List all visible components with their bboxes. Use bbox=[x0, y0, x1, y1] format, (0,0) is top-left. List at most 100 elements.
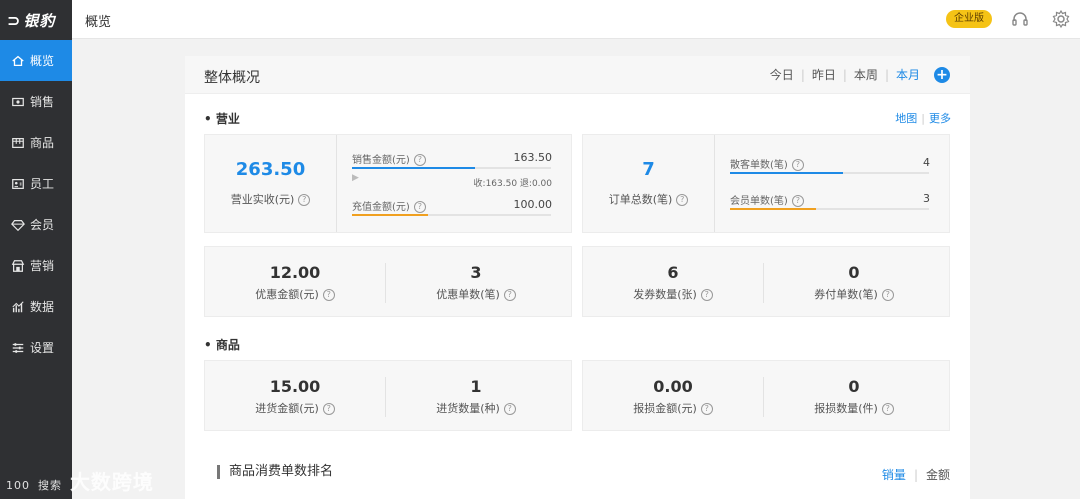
range-month[interactable]: 本月 bbox=[896, 66, 920, 83]
sidebar-item-sales[interactable]: 销售 bbox=[0, 81, 72, 122]
sliders-icon bbox=[11, 341, 25, 355]
home-icon bbox=[11, 54, 25, 68]
tab-amount[interactable]: 金额 bbox=[926, 468, 950, 482]
help-icon[interactable]: ? bbox=[700, 289, 713, 301]
more-link[interactable]: 更多 bbox=[929, 112, 951, 125]
help-icon[interactable]: ? bbox=[322, 289, 335, 301]
recharge-amount-label-text: 充值金额(元) bbox=[352, 202, 410, 213]
coupons-issued-value: 6 bbox=[667, 263, 679, 282]
help-icon[interactable]: ? bbox=[503, 289, 516, 301]
sales-progress bbox=[352, 167, 551, 169]
logo[interactable]: ⊃ 银豹 bbox=[0, 0, 72, 40]
sales-amount-label-text: 销售金额(元) bbox=[352, 155, 410, 166]
discount-amount-caption: 优惠金额(元)? bbox=[205, 286, 385, 302]
help-icon[interactable]: ? bbox=[322, 403, 335, 415]
help-icon[interactable]: ? bbox=[298, 194, 311, 206]
orders-caption-text: 订单总数(笔) bbox=[608, 193, 673, 206]
sidebar-item-overview[interactable]: 概览 bbox=[0, 40, 72, 81]
help-icon[interactable]: ? bbox=[413, 154, 426, 166]
discount-orders-caption: 优惠单数(笔)? bbox=[386, 286, 566, 302]
sidebar-item-label: 设置 bbox=[30, 341, 55, 355]
watermark: 100 搜索 大数跨境 bbox=[6, 466, 154, 495]
panel-header: 整体概况 今日 | 昨日 | 本周 | 本月 + bbox=[185, 56, 970, 94]
purchase-amount-caption-text: 进货金额(元) bbox=[255, 402, 319, 415]
edition-badge[interactable]: 企业版 bbox=[946, 10, 992, 28]
loss-card: 0.00 报损金额(元)? 0 报损数量(件)? bbox=[582, 360, 950, 431]
sidebar-item-label: 员工 bbox=[30, 177, 55, 191]
recharge-progress bbox=[352, 214, 551, 216]
sidebar-item-staff[interactable]: 员工 bbox=[0, 163, 72, 204]
member-orders-value: 3 bbox=[923, 192, 930, 205]
sales-breakdown: 收:163.50 退:0.00 bbox=[473, 179, 552, 189]
walkin-orders-label: 散客单数(笔)? bbox=[730, 156, 804, 171]
range-divider: | bbox=[884, 67, 889, 82]
watermark-prefix: 100 bbox=[6, 479, 30, 492]
range-divider: | bbox=[800, 67, 805, 82]
walkin-progress-fill bbox=[730, 172, 844, 174]
sidebar-item-settings[interactable]: 设置 bbox=[0, 327, 72, 368]
sidebar-item-label: 商品 bbox=[30, 136, 55, 150]
sidebar-item-label: 会员 bbox=[30, 218, 55, 232]
help-icon[interactable]: ? bbox=[791, 195, 804, 207]
business-section-title: • 营业 bbox=[204, 112, 240, 126]
map-link[interactable]: 地图 bbox=[895, 112, 917, 125]
overview-panel: 整体概况 今日 | 昨日 | 本周 | 本月 + • 营业 地图 | 更多 263.… bbox=[185, 56, 970, 499]
play-icon[interactable]: ▶ bbox=[352, 173, 359, 183]
range-yesterday[interactable]: 昨日 bbox=[812, 66, 836, 83]
business-links: 地图 | 更多 bbox=[895, 110, 951, 126]
help-icon[interactable]: ? bbox=[791, 159, 804, 171]
recharge-amount-value: 100.00 bbox=[513, 198, 553, 211]
purchase-count-caption: 进货数量(种)? bbox=[386, 400, 566, 416]
help-icon[interactable]: ? bbox=[700, 403, 713, 415]
sales-amount-value: 163.50 bbox=[513, 151, 553, 164]
cash-icon bbox=[11, 95, 25, 109]
headset-icon[interactable] bbox=[1010, 9, 1030, 29]
help-icon[interactable]: ? bbox=[503, 403, 516, 415]
walkin-orders-label-text: 散客单数(笔) bbox=[730, 160, 788, 171]
top-bar: 概览 企业版 bbox=[72, 0, 1080, 39]
purchase-count-value: 1 bbox=[470, 377, 482, 396]
discount-orders-caption-text: 优惠单数(笔) bbox=[436, 288, 500, 301]
walkin-progress bbox=[730, 172, 929, 174]
range-week[interactable]: 本周 bbox=[854, 66, 878, 83]
revenue-card: 263.50 营业实收(元)? 销售金额(元)? 163.50 ▶ 收:163.… bbox=[204, 134, 572, 233]
recharge-progress-fill bbox=[352, 214, 428, 216]
shop-icon bbox=[11, 259, 25, 273]
revenue-value: 263.50 bbox=[235, 159, 306, 180]
member-orders-label: 会员单数(笔)? bbox=[730, 192, 804, 207]
sidebar-item-marketing[interactable]: 营销 bbox=[0, 245, 72, 286]
gear-icon[interactable] bbox=[1051, 9, 1071, 29]
tab-sales-volume[interactable]: 销量 bbox=[882, 468, 906, 482]
revenue-caption-text: 营业实收(元) bbox=[230, 193, 295, 206]
loss-count-caption-text: 报损数量(件) bbox=[814, 402, 878, 415]
add-icon[interactable]: + bbox=[934, 66, 950, 83]
discount-card: 12.00 优惠金额(元)? 3 优惠单数(笔)? bbox=[204, 246, 572, 317]
coupons-issued-caption-text: 发券数量(张) bbox=[633, 288, 697, 301]
sidebar-item-members[interactable]: 会员 bbox=[0, 204, 72, 245]
range-divider: | bbox=[842, 67, 847, 82]
loss-count-caption: 报损数量(件)? bbox=[764, 400, 944, 416]
help-icon[interactable]: ? bbox=[881, 289, 894, 301]
help-icon[interactable]: ? bbox=[881, 403, 894, 415]
link-divider: | bbox=[921, 112, 925, 125]
card-divider bbox=[714, 135, 715, 232]
diamond-icon bbox=[11, 218, 25, 232]
sidebar-item-goods[interactable]: 商品 bbox=[0, 122, 72, 163]
range-today[interactable]: 今日 bbox=[770, 66, 794, 83]
help-icon[interactable]: ? bbox=[413, 201, 426, 213]
help-icon[interactable]: ? bbox=[676, 194, 689, 206]
sidebar-item-label: 销售 bbox=[30, 95, 55, 109]
member-progress-fill bbox=[730, 208, 816, 210]
logo-text: 银豹 bbox=[23, 11, 56, 30]
loss-count-value: 0 bbox=[848, 377, 860, 396]
tab-divider: | bbox=[913, 468, 918, 482]
sidebar-item-data[interactable]: 数据 bbox=[0, 286, 72, 327]
purchase-card: 15.00 进货金额(元)? 1 进货数量(种)? bbox=[204, 360, 572, 431]
sidebar: ⊃ 银豹 概览 销售 商品 员工 会员 营销 数据 设置 bbox=[0, 0, 72, 499]
chart-icon bbox=[11, 300, 25, 314]
discount-amount-caption-text: 优惠金额(元) bbox=[255, 288, 319, 301]
goods-section-title: • 商品 bbox=[204, 338, 240, 352]
purchase-count-caption-text: 进货数量(种) bbox=[436, 402, 500, 415]
coupon-paid-orders-caption-text: 券付单数(笔) bbox=[814, 288, 878, 301]
ranking-tabs: 销量 | 金额 bbox=[882, 466, 950, 483]
